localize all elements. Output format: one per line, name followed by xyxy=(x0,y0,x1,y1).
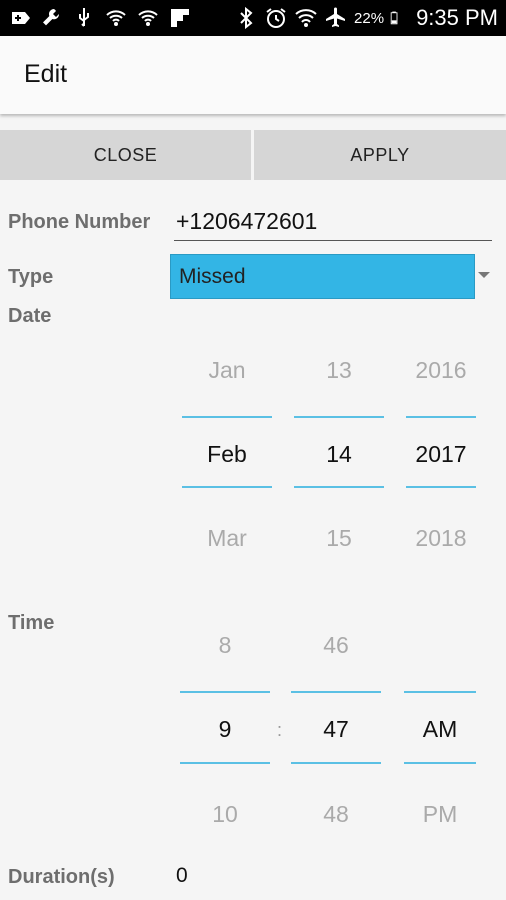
month-next[interactable]: Mar xyxy=(182,525,272,552)
battery-percent: 22% xyxy=(354,9,385,27)
wifi-icon xyxy=(295,9,317,27)
ampm-line-top xyxy=(404,691,476,693)
add-icon xyxy=(12,12,30,24)
ampm-line-bottom xyxy=(404,762,476,764)
duration-label: Duration(s) xyxy=(8,866,115,888)
day-line-top xyxy=(294,416,384,418)
duration-value[interactable]: 0 xyxy=(176,864,188,888)
day-selected[interactable]: 14 xyxy=(294,441,384,468)
flipboard-icon xyxy=(171,9,189,27)
wifi-shield-icon xyxy=(106,10,126,26)
time-separator: : xyxy=(277,720,283,740)
year-line-bottom xyxy=(406,486,476,488)
minute-selected[interactable]: 47 xyxy=(291,716,381,743)
phone-number-underline xyxy=(174,240,492,241)
type-selected-value: Missed xyxy=(179,265,246,288)
time-label: Time xyxy=(8,612,55,634)
month-line-top xyxy=(182,416,272,418)
clock: 9:35 PM xyxy=(416,5,498,30)
action-bar: Edit xyxy=(0,36,506,114)
hour-line-bottom xyxy=(180,762,270,764)
wrench-icon xyxy=(43,8,60,26)
bluetooth-icon xyxy=(240,6,253,30)
dropdown-arrow-icon[interactable] xyxy=(478,272,490,278)
year-line-top xyxy=(406,416,476,418)
day-next[interactable]: 15 xyxy=(294,525,384,552)
battery-icon xyxy=(390,11,398,25)
minute-line-bottom xyxy=(291,762,381,764)
status-right: 22% 9:35 PM xyxy=(234,0,498,36)
phone-number-value[interactable]: +1206472601 xyxy=(176,208,317,235)
minute-next[interactable]: 48 xyxy=(291,801,381,828)
month-prev[interactable]: Jan xyxy=(182,357,272,384)
hour-next[interactable]: 10 xyxy=(180,801,270,828)
close-button[interactable]: CLOSE xyxy=(0,130,251,180)
type-label: Type xyxy=(8,266,54,288)
hour-prev[interactable]: 8 xyxy=(180,632,270,659)
page-title: Edit xyxy=(24,60,68,88)
day-prev[interactable]: 13 xyxy=(294,357,384,384)
year-selected[interactable]: 2017 xyxy=(406,441,476,468)
status-bar: 22% 9:35 PM xyxy=(0,0,506,36)
month-line-bottom xyxy=(182,486,272,488)
minute-line-top xyxy=(291,691,381,693)
usb-icon xyxy=(79,8,89,27)
wifi-shield-icon xyxy=(138,10,158,26)
month-selected[interactable]: Feb xyxy=(182,441,272,468)
day-line-bottom xyxy=(294,486,384,488)
ampm-next[interactable]: PM xyxy=(404,801,476,828)
minute-prev[interactable]: 46 xyxy=(291,632,381,659)
hour-line-top xyxy=(180,691,270,693)
airplane-icon xyxy=(326,7,346,27)
type-dropdown[interactable]: Missed xyxy=(170,254,475,299)
date-label: Date xyxy=(8,305,52,327)
hour-selected[interactable]: 9 xyxy=(180,716,270,743)
year-prev[interactable]: 2016 xyxy=(406,357,476,384)
alarm-icon xyxy=(266,8,286,28)
notification-icons xyxy=(8,6,192,30)
phone-number-label: Phone Number xyxy=(8,211,151,233)
apply-button[interactable]: APPLY xyxy=(254,130,506,180)
year-next[interactable]: 2018 xyxy=(406,525,476,552)
ampm-selected[interactable]: AM xyxy=(404,716,476,743)
